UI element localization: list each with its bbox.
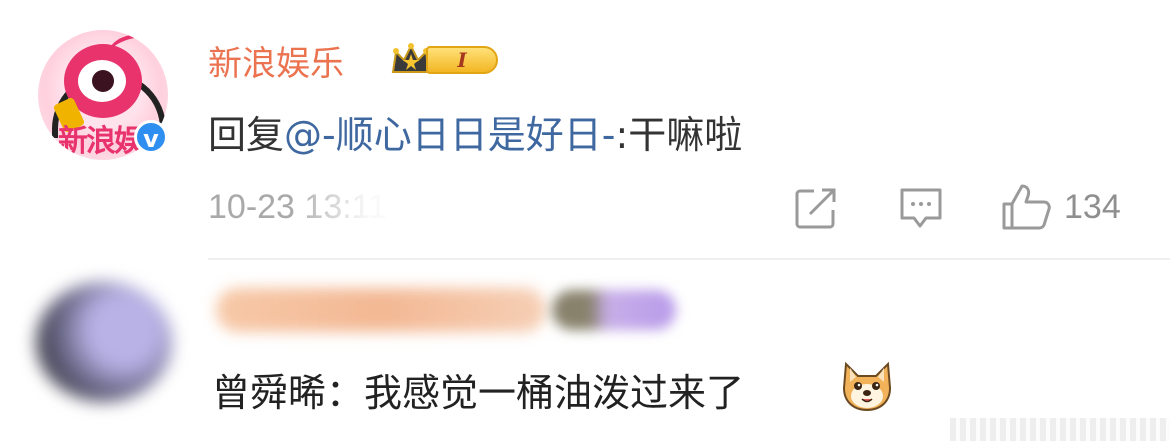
blur-overlay (290, 180, 430, 234)
share-icon[interactable] (794, 186, 838, 230)
blurred-username (216, 288, 546, 332)
level-badge: I (426, 46, 498, 74)
divider (208, 258, 1170, 260)
reply-prefix: 回复 (208, 113, 285, 157)
verified-icon: v (134, 120, 168, 154)
mention-link[interactable]: @-顺心日日是好日- (284, 113, 615, 157)
dog-face-emoji (842, 361, 892, 412)
blurred-avatar[interactable] (36, 282, 172, 402)
avatar-logo-text: 新浪娱 (58, 124, 144, 159)
like-count: 134 (1064, 188, 1121, 226)
comment-icon[interactable] (898, 186, 944, 230)
logo-pupil (92, 70, 114, 92)
comment-text: 曾舜晞：我感觉一桶油泼过来了 (212, 371, 745, 415)
username[interactable]: 新浪娱乐 (208, 36, 344, 85)
watermark (950, 418, 1170, 441)
reply-text: 回复@-顺心日日是好日-:干嘛啦 (208, 104, 742, 159)
blurred-badge (552, 290, 676, 330)
reply-content: :干嘛啦 (615, 113, 743, 157)
like-icon[interactable] (1000, 182, 1052, 232)
